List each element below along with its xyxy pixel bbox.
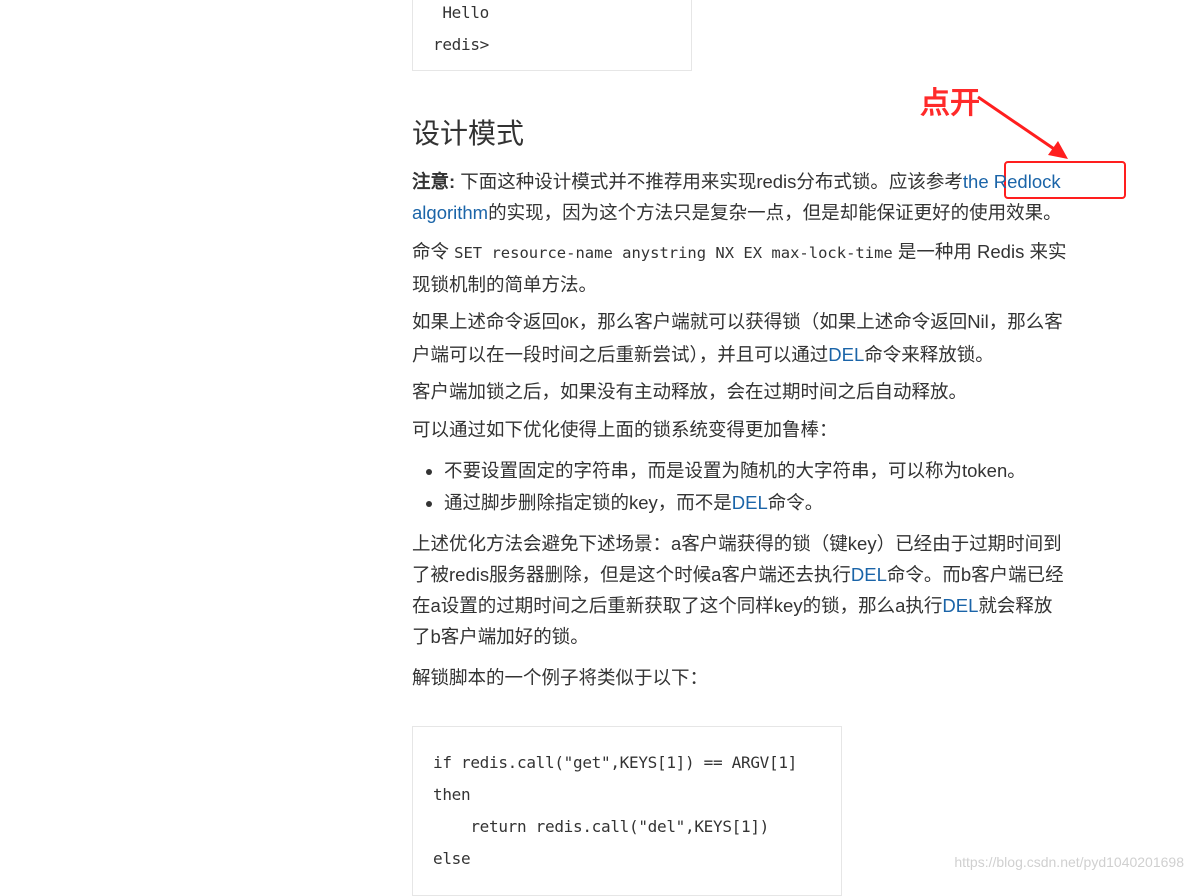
redlock-link[interactable]: the Redlock	[963, 171, 1061, 192]
text: 如果上述命令返回	[412, 311, 561, 332]
inline-code: SET resource-name anystring NX EX max-lo…	[454, 244, 893, 262]
note-bold: 注意:	[412, 171, 456, 192]
text: 命令。而b客户端已经	[886, 564, 1064, 585]
text: 在a设置的过期时间之后重新获取了这个同样key的锁，那么a执行	[412, 595, 943, 616]
note-text: 下面这种设计模式并不推荐用来实现redis分布式锁。应该参考	[455, 171, 963, 192]
text: 了被redis服务器删除，但是这个时候a客户端还去执行	[412, 564, 851, 585]
section-heading: 设计模式	[412, 118, 525, 149]
text: 上述优化方法会避免下述场景：a客户端获得的锁（键key）已经由于过期时间到	[412, 533, 1062, 554]
algorithm-link[interactable]: algorithm	[412, 202, 488, 223]
note-paragraph: 注意: 下面这种设计模式并不推荐用来实现redis分布式锁。应该参考the Re…	[412, 166, 1132, 228]
text: 不要设置固定的字符串，而是设置为随机的大字符串，可以称为token。	[444, 460, 1026, 481]
list-item: 通过脚步删除指定锁的key，而不是DEL命令。	[444, 487, 1144, 519]
annotation-arrow-icon	[977, 95, 1068, 159]
text: 通过脚步删除指定锁的key，而不是	[444, 492, 732, 513]
auto-release-paragraph: 客户端加锁之后，如果没有主动释放，会在过期时间之后自动释放。	[412, 381, 968, 402]
list-item: 不要设置固定的字符串，而是设置为随机的大字符串，可以称为token。	[444, 455, 1144, 487]
text: 现锁机制的简单方法。	[412, 274, 598, 295]
note-text-2: 的实现，因为这个方法只是复杂一点，但是却能保证更好的使用效果。	[488, 202, 1062, 223]
text: 了b客户端加好的锁。	[412, 626, 589, 647]
inline-code: OK	[560, 314, 579, 332]
text: 命令。	[767, 492, 824, 513]
text: 就会释放	[978, 595, 1053, 616]
code-line: else	[433, 849, 471, 868]
optimization-list: 不要设置固定的字符串，而是设置为随机的大字符串，可以称为token。 通过脚步删…	[412, 455, 1144, 519]
del-link[interactable]: DEL	[732, 492, 768, 513]
text: 是一种用 Redis 来实	[892, 241, 1067, 262]
scenario-paragraph: 上述优化方法会避免下述场景：a客户端获得的锁（键key）已经由于过期时间到 了被…	[412, 528, 1132, 652]
optimization-paragraph: 可以通过如下优化使得上面的锁系统变得更加鲁棒：	[412, 419, 838, 440]
code-block-top: Hello redis>	[412, 0, 692, 71]
code-line: then	[433, 785, 471, 804]
example-paragraph: 解锁脚本的一个例子将类似于以下：	[412, 667, 709, 688]
text: 命令来释放锁。	[864, 344, 994, 365]
text: 命令	[412, 241, 455, 262]
watermark: https://blog.csdn.net/pyd1040201698	[954, 854, 1184, 870]
command-paragraph: 命令 SET resource-name anystring NX EX max…	[412, 236, 1132, 300]
text: ，那么客户端就可以获得锁（如果上述命令返回Nil，那么客	[578, 311, 1063, 332]
del-link[interactable]: DEL	[828, 344, 864, 365]
del-link[interactable]: DEL	[942, 595, 978, 616]
ok-paragraph: 如果上述命令返回OK，那么客户端就可以获得锁（如果上述命令返回Nil，那么客 户…	[412, 306, 1132, 370]
code-line: Hello	[433, 3, 489, 22]
del-link[interactable]: DEL	[851, 564, 887, 585]
code-line: return redis.call("del",KEYS[1])	[433, 817, 769, 836]
code-line: redis>	[433, 35, 489, 54]
text: 户端可以在一段时间之后重新尝试），并且可以通过	[412, 344, 829, 365]
code-block-bottom: if redis.call("get",KEYS[1]) == ARGV[1] …	[412, 726, 842, 896]
code-line: if redis.call("get",KEYS[1]) == ARGV[1]	[433, 753, 797, 772]
